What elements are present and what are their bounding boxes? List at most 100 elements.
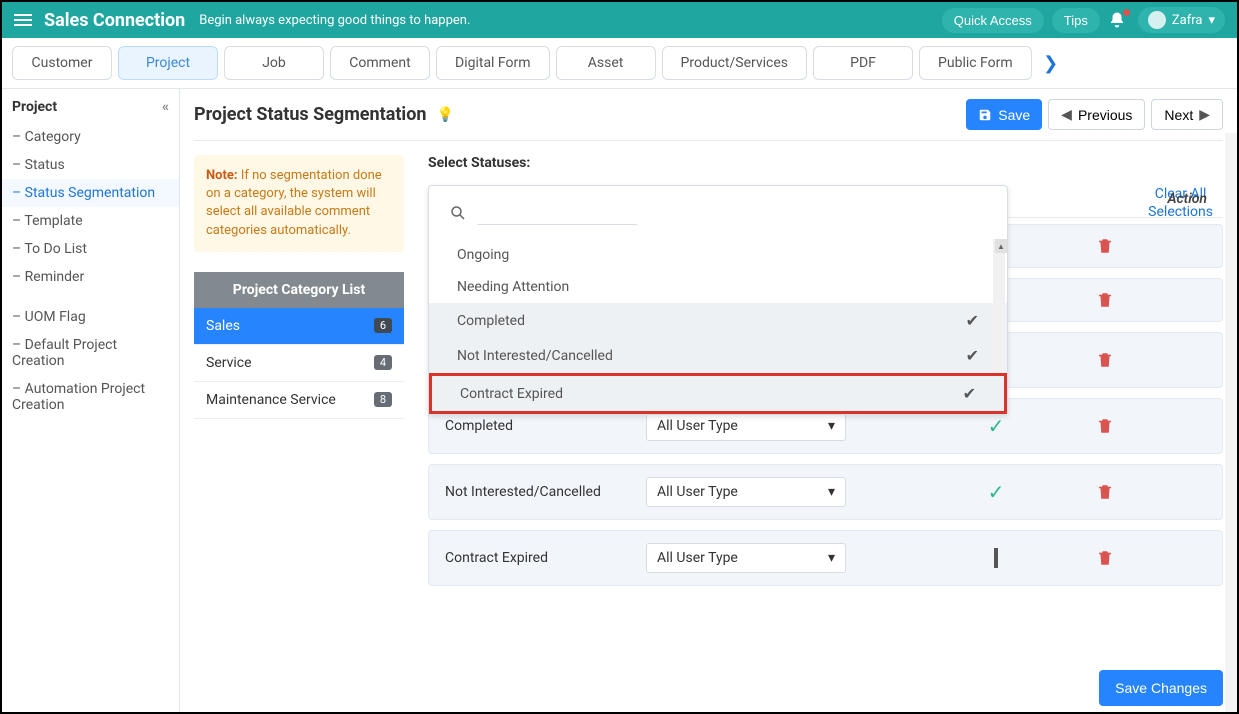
dropdown-item-completed[interactable]: Completed ✔	[429, 303, 1007, 338]
sidebar-item-status[interactable]: – Status	[2, 151, 179, 179]
caret-left-icon: ◀	[1061, 106, 1072, 123]
category-name: Maintenance Service	[206, 392, 336, 408]
sidebar-item-status-segmentation[interactable]: – Status Segmentation	[2, 179, 179, 207]
sidebar-item-category[interactable]: – Category	[2, 123, 179, 151]
search-icon	[449, 204, 467, 222]
category-row-maintenance[interactable]: Maintenance Service 8	[194, 382, 404, 419]
dropdown-item-label: Ongoing	[457, 247, 509, 263]
note-box: Note: If no segmentation done on a categ…	[194, 155, 404, 252]
tab-asset[interactable]: Asset	[556, 46, 656, 80]
dropdown-item-label: Completed	[457, 313, 525, 329]
category-row-service[interactable]: Service 4	[194, 345, 404, 382]
tagline: Begin always expecting good things to ha…	[199, 13, 470, 28]
tab-comment[interactable]: Comment	[330, 46, 430, 80]
tab-project[interactable]: Project	[118, 46, 218, 80]
category-count: 4	[374, 355, 392, 370]
dropdown-item-label: Not Interested/Cancelled	[457, 348, 613, 364]
check-icon: ✔	[966, 311, 979, 330]
col-action: Action	[1097, 191, 1207, 207]
usertype-value: All User Type	[657, 550, 738, 566]
avatar-icon	[1148, 11, 1166, 29]
checkbox-unchecked[interactable]	[994, 548, 998, 568]
status-dropdown: ▲ Ongoing Needing Attention Completed ✔	[428, 185, 1008, 415]
tips-button[interactable]: Tips	[1052, 8, 1100, 33]
caret-right-icon: ▶	[1199, 106, 1210, 123]
bell-icon[interactable]	[1108, 11, 1130, 29]
previous-button-label: Previous	[1078, 107, 1132, 123]
status-row-contract-expired: Contract Expired All User Type ▾	[428, 530, 1223, 586]
sidebar-item-default-project-creation[interactable]: – Default Project Creation	[2, 331, 179, 375]
save-changes-button[interactable]: Save Changes	[1099, 670, 1223, 706]
tabstrip-scroll-right[interactable]: ❯	[1038, 46, 1064, 80]
notification-dot	[1123, 9, 1130, 16]
trash-icon[interactable]	[1096, 291, 1206, 309]
previous-button[interactable]: ◀ Previous	[1048, 99, 1145, 130]
sidebar-item-todo[interactable]: – To Do List	[2, 235, 179, 263]
content: Project Status Segmentation 💡 Save ◀ Pre…	[180, 89, 1237, 712]
dropdown-item-contract-expired[interactable]: Contract Expired ✔ 5	[429, 373, 1007, 414]
trash-icon[interactable]	[1096, 351, 1206, 369]
category-count: 6	[374, 318, 392, 333]
save-button[interactable]: Save	[966, 99, 1042, 130]
note-label: Note:	[206, 168, 238, 183]
trash-icon[interactable]	[1096, 237, 1206, 255]
sidebar-item-reminder[interactable]: – Reminder	[2, 263, 179, 291]
dropdown-item-label: Needing Attention	[457, 279, 569, 295]
sidebar-item-uom-flag[interactable]: – UOM Flag	[2, 303, 179, 331]
status-name: Not Interested/Cancelled	[445, 484, 646, 500]
scroll-up-icon[interactable]: ▲	[995, 239, 1007, 253]
select-statuses-label: Select Statuses:	[428, 155, 1223, 171]
lightbulb-icon[interactable]: 💡	[436, 107, 453, 123]
tab-public-form[interactable]: Public Form	[919, 46, 1032, 80]
status-name: Completed	[445, 418, 646, 434]
topbar: Sales Connection Begin always expecting …	[2, 2, 1237, 38]
trash-icon[interactable]	[1096, 483, 1206, 501]
save-button-label: Save	[998, 107, 1030, 123]
sidebar-item-automation-project-creation[interactable]: – Automation Project Creation	[2, 375, 179, 419]
usertype-dropdown[interactable]: All User Type ▾	[646, 543, 846, 573]
dropdown-item-ongoing[interactable]: Ongoing	[429, 239, 1007, 271]
tab-strip: Customer Project Job Comment Digital For…	[2, 38, 1237, 89]
tab-pdf[interactable]: PDF	[813, 46, 913, 80]
check-icon: ✔	[966, 346, 979, 365]
category-name: Service	[206, 355, 252, 371]
status-name: Contract Expired	[445, 550, 646, 566]
quick-access-button[interactable]: Quick Access	[942, 8, 1044, 33]
tab-digital-form[interactable]: Digital Form	[436, 46, 550, 80]
category-list-title: Project Category List	[194, 272, 404, 308]
next-button-label: Next	[1164, 107, 1193, 123]
statuses-panel: Select Statuses: Clear All Selections St…	[428, 155, 1223, 703]
check-icon: ✔	[963, 384, 976, 403]
tab-product-services[interactable]: Product/Services	[662, 46, 808, 80]
status-search-input[interactable]	[477, 200, 637, 225]
page-title: Project Status Segmentation	[194, 104, 426, 125]
tab-customer[interactable]: Customer	[12, 46, 112, 80]
category-row-sales[interactable]: Sales 6	[194, 308, 404, 345]
category-count: 8	[374, 392, 392, 407]
sidebar-collapse-icon[interactable]: «	[162, 99, 169, 115]
user-menu[interactable]: Zafra ▾	[1138, 7, 1225, 33]
usertype-value: All User Type	[657, 484, 738, 500]
check-icon[interactable]: ✓	[896, 480, 1096, 504]
usertype-dropdown[interactable]: All User Type ▾	[646, 411, 846, 441]
menu-icon[interactable]	[14, 14, 32, 26]
sidebar-item-template[interactable]: – Template	[2, 207, 179, 235]
dropdown-item-label: Contract Expired	[460, 386, 563, 402]
next-button[interactable]: Next ▶	[1151, 99, 1223, 130]
usertype-value: All User Type	[657, 418, 738, 434]
trash-icon[interactable]	[1096, 417, 1206, 435]
category-list: Project Category List Sales 6 Service 4 …	[194, 272, 404, 419]
dropdown-item-not-interested[interactable]: Not Interested/Cancelled ✔	[429, 338, 1007, 373]
sidebar: Project « – Category – Status – Status S…	[2, 89, 180, 712]
brand-name: Sales Connection	[44, 10, 185, 31]
chevron-down-icon: ▾	[828, 550, 835, 566]
tab-job[interactable]: Job	[224, 46, 324, 80]
sidebar-heading: Project	[12, 99, 57, 115]
chevron-down-icon: ▾	[828, 418, 835, 434]
check-icon[interactable]: ✓	[896, 414, 1096, 438]
dropdown-item-needing-attention[interactable]: Needing Attention	[429, 271, 1007, 303]
usertype-dropdown[interactable]: All User Type ▾	[646, 477, 846, 507]
save-disk-icon	[978, 108, 992, 122]
status-row-cancelled: Not Interested/Cancelled All User Type ▾…	[428, 464, 1223, 520]
trash-icon[interactable]	[1096, 549, 1206, 567]
